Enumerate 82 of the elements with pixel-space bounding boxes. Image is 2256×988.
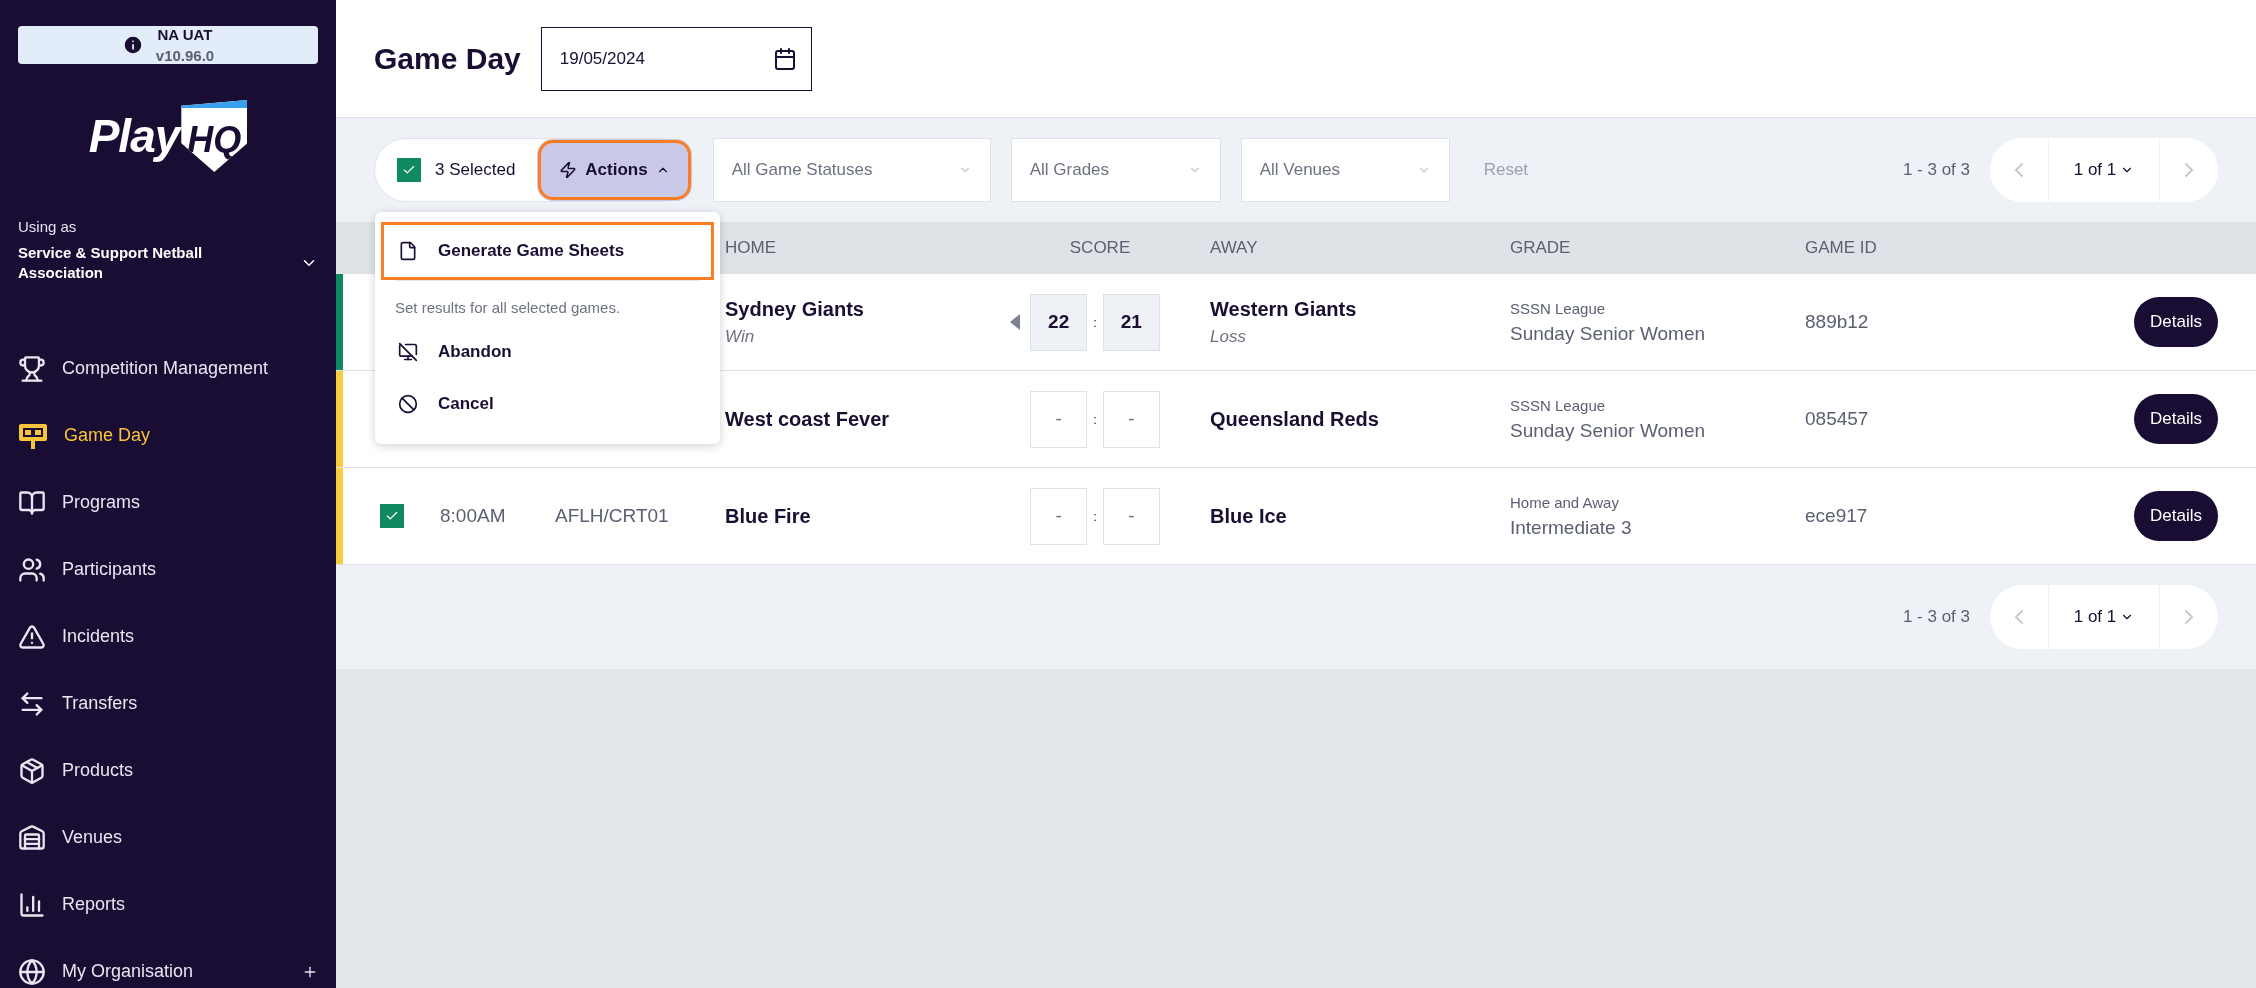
nav-item[interactable]: My Organisation (18, 938, 318, 988)
calendar-icon (772, 46, 797, 71)
nav-item[interactable]: Transfers (18, 670, 318, 737)
home-result: Win (725, 326, 756, 347)
globe-icon (18, 957, 46, 986)
date-field[interactable]: 19/05/2024 (540, 26, 812, 91)
warning-icon (18, 622, 46, 651)
ban-icon (398, 394, 418, 414)
nav-item[interactable]: Competition Management (18, 335, 318, 402)
away-team: Blue Ice (1210, 504, 1288, 528)
bar-chart-icon (18, 890, 46, 919)
page-select[interactable]: 1 of 1 (2048, 138, 2160, 202)
score-separator: : (1093, 508, 1097, 524)
score-separator: : (1093, 314, 1097, 330)
column-header: SCORE (1068, 238, 1132, 258)
book-icon (18, 488, 46, 517)
nav-item[interactable]: Products (18, 737, 318, 804)
environment-name: NA UAT (157, 26, 213, 43)
building-icon (18, 823, 46, 852)
nav-item[interactable]: Reports (18, 871, 318, 938)
nav-item[interactable]: Incidents (18, 603, 318, 670)
nav-item[interactable]: Venues (18, 804, 318, 871)
menu-item[interactable]: Generate Game Sheets (381, 222, 714, 280)
results-range: 1 - 3 of 3 (1902, 607, 1970, 627)
column-header: HOME (724, 238, 777, 258)
results-range: 1 - 3 of 3 (1902, 160, 1970, 180)
competition-name: SSSN League (1510, 299, 1607, 317)
column-header: GAME ID (1804, 238, 1878, 258)
page-select[interactable]: 1 of 1 (2048, 585, 2160, 649)
column-header: GRADE (1509, 238, 1572, 258)
actions-button[interactable]: Actions (537, 139, 692, 201)
away-score: - (1102, 390, 1160, 448)
home-score: - (1030, 390, 1088, 448)
trophy-icon (18, 354, 46, 383)
home-score: 22 (1030, 293, 1088, 351)
info-icon (121, 34, 144, 56)
nav-item[interactable]: Game Day (18, 402, 318, 469)
nav-item[interactable]: Programs (18, 469, 318, 536)
details-button[interactable]: Details (2134, 394, 2218, 444)
home-team: Blue Fire (725, 504, 812, 528)
filter-dropdown[interactable]: All Game Statuses (712, 138, 991, 202)
score-separator: : (1093, 411, 1097, 427)
away-score: 21 (1102, 293, 1160, 351)
version-text: v10.96.0 (155, 47, 215, 64)
competition-name: SSSN League (1510, 396, 1607, 414)
home-score: - (1030, 487, 1088, 545)
selected-count: 3 Selected (435, 160, 516, 180)
away-team: Western Giants (1210, 297, 1358, 321)
check-icon (402, 163, 416, 177)
grade-name: Sunday Senior Women (1510, 419, 1707, 442)
away-result: Loss (1210, 326, 1247, 347)
home-team: West coast Fever (725, 407, 891, 431)
document-icon (398, 241, 418, 261)
game-time: 8:00AM (440, 505, 507, 527)
logo-shield: HQ (181, 100, 248, 172)
nav-item[interactable]: Participants (18, 536, 318, 603)
lightning-icon (559, 161, 578, 179)
game-id: 085457 (1805, 408, 1870, 430)
details-button[interactable]: Details (2134, 491, 2218, 541)
people-icon (18, 555, 46, 584)
grade-name: Sunday Senior Women (1510, 322, 1707, 345)
grade-name: Intermediate 3 (1510, 516, 1633, 539)
page-title: Game Day (374, 41, 521, 76)
organisation-switcher[interactable]: Service & Support Netball Association (18, 243, 318, 283)
details-button[interactable]: Details (2134, 297, 2218, 347)
home-team: Sydney Giants (725, 297, 865, 321)
away-score: - (1102, 487, 1160, 545)
filter-dropdown[interactable]: All Venues (1240, 138, 1450, 202)
check-icon (384, 509, 399, 523)
select-all-checkbox[interactable] (397, 158, 421, 182)
away-team: Queensland Reds (1210, 407, 1380, 431)
box-icon (18, 756, 46, 785)
game-id: ece917 (1805, 505, 1869, 527)
using-as-caption: Using as (18, 218, 78, 235)
column-header: AWAY (1209, 238, 1259, 258)
screen-off-icon (398, 342, 418, 362)
logo-word: Play (88, 109, 180, 163)
game-id: 889b12 (1805, 311, 1870, 333)
row-checkbox[interactable] (379, 504, 404, 528)
court-name: AFLH/CRT01 (555, 505, 670, 527)
competition-name: Home and Away (1510, 493, 1620, 511)
filter-dropdown[interactable]: All Grades (1010, 138, 1221, 202)
